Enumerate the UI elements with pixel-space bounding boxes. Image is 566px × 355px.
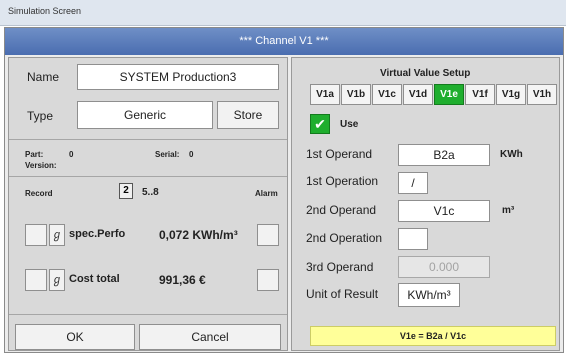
second-operand-field[interactable]: V1c	[398, 200, 490, 222]
store-button[interactable]: Store	[217, 101, 279, 129]
type-field[interactable]: Generic	[77, 101, 213, 129]
name-type-section: Name SYSTEM Production3 Type Generic Sto…	[9, 58, 287, 140]
serial-value: 0	[189, 150, 194, 159]
unit-of-result-field[interactable]: KWh/m³	[398, 283, 460, 307]
info-section: Part: 0 Serial: 0 Version:	[9, 140, 287, 177]
part-label: Part:	[25, 150, 44, 159]
row2-checkbox[interactable]	[25, 269, 47, 291]
record-range: 5..8	[142, 187, 159, 198]
first-operand-label: 1st Operand	[306, 147, 373, 161]
use-label: Use	[340, 119, 359, 130]
row2-alarm-box[interactable]	[257, 269, 279, 291]
name-label: Name	[27, 70, 60, 84]
v1a-button[interactable]: V1a	[310, 84, 340, 105]
record-label: Record	[25, 189, 53, 198]
row2-label: Cost total	[69, 273, 120, 285]
v1g-button[interactable]: V1g	[496, 84, 526, 105]
second-operation-label: 2nd Operation	[306, 231, 383, 245]
third-operand-label: 3rd Operand	[306, 260, 374, 274]
v1b-button[interactable]: V1b	[341, 84, 371, 105]
ok-button[interactable]: OK	[15, 324, 135, 350]
row1-alarm-box[interactable]	[257, 224, 279, 246]
unit-of-result-label: Unit of Result	[306, 287, 379, 301]
v1e-button[interactable]: V1e	[434, 84, 464, 105]
serial-label: Serial:	[155, 150, 180, 159]
v1f-button[interactable]: V1f	[465, 84, 495, 105]
channel-header: *** Channel V1 ***	[5, 28, 563, 55]
right-panel: Virtual Value Setup V1a V1b V1c V1d V1e …	[291, 57, 560, 351]
second-operand-label: 2nd Operand	[306, 203, 377, 217]
cancel-button[interactable]: Cancel	[139, 324, 281, 350]
record-icon[interactable]: 2	[119, 183, 133, 199]
name-field[interactable]: SYSTEM Production3	[77, 64, 279, 90]
v1c-button[interactable]: V1c	[372, 84, 402, 105]
first-operation-label: 1st Operation	[306, 174, 379, 188]
setup-title: Virtual Value Setup	[380, 68, 471, 79]
window-title: Simulation Screen	[8, 6, 82, 16]
type-label: Type	[27, 109, 54, 123]
row1-value: 0,072 KWh/m³	[159, 228, 238, 242]
alarm-label: Alarm	[255, 189, 278, 198]
record-section: Record 2 5..8 Alarm ℊ spec.Perfo 0,072 K…	[9, 177, 287, 315]
wrench-icon[interactable]: ℊ	[49, 269, 65, 291]
row1-label: spec.Perfo	[69, 228, 126, 240]
part-value: 0	[69, 150, 74, 159]
row2-value: 991,36 €	[159, 273, 206, 287]
third-operand-field: 0.000	[398, 256, 490, 278]
v1d-button[interactable]: V1d	[403, 84, 433, 105]
formula-bar: V1e = B2a / V1c	[310, 326, 556, 346]
row1-checkbox[interactable]	[25, 224, 47, 246]
first-operation-field[interactable]: /	[398, 172, 428, 194]
second-operation-field[interactable]	[398, 228, 428, 250]
use-checkbox[interactable]: ✔	[310, 114, 330, 134]
first-operand-field[interactable]: B2a	[398, 144, 490, 166]
left-panel: Name SYSTEM Production3 Type Generic Sto…	[8, 57, 288, 351]
first-operand-unit: KWh	[500, 149, 523, 160]
wrench-icon[interactable]: ℊ	[49, 224, 65, 246]
window-titlebar: Simulation Screen	[0, 0, 566, 26]
second-operand-unit: m³	[502, 205, 515, 216]
v1h-button[interactable]: V1h	[527, 84, 557, 105]
version-label: Version:	[25, 161, 57, 170]
